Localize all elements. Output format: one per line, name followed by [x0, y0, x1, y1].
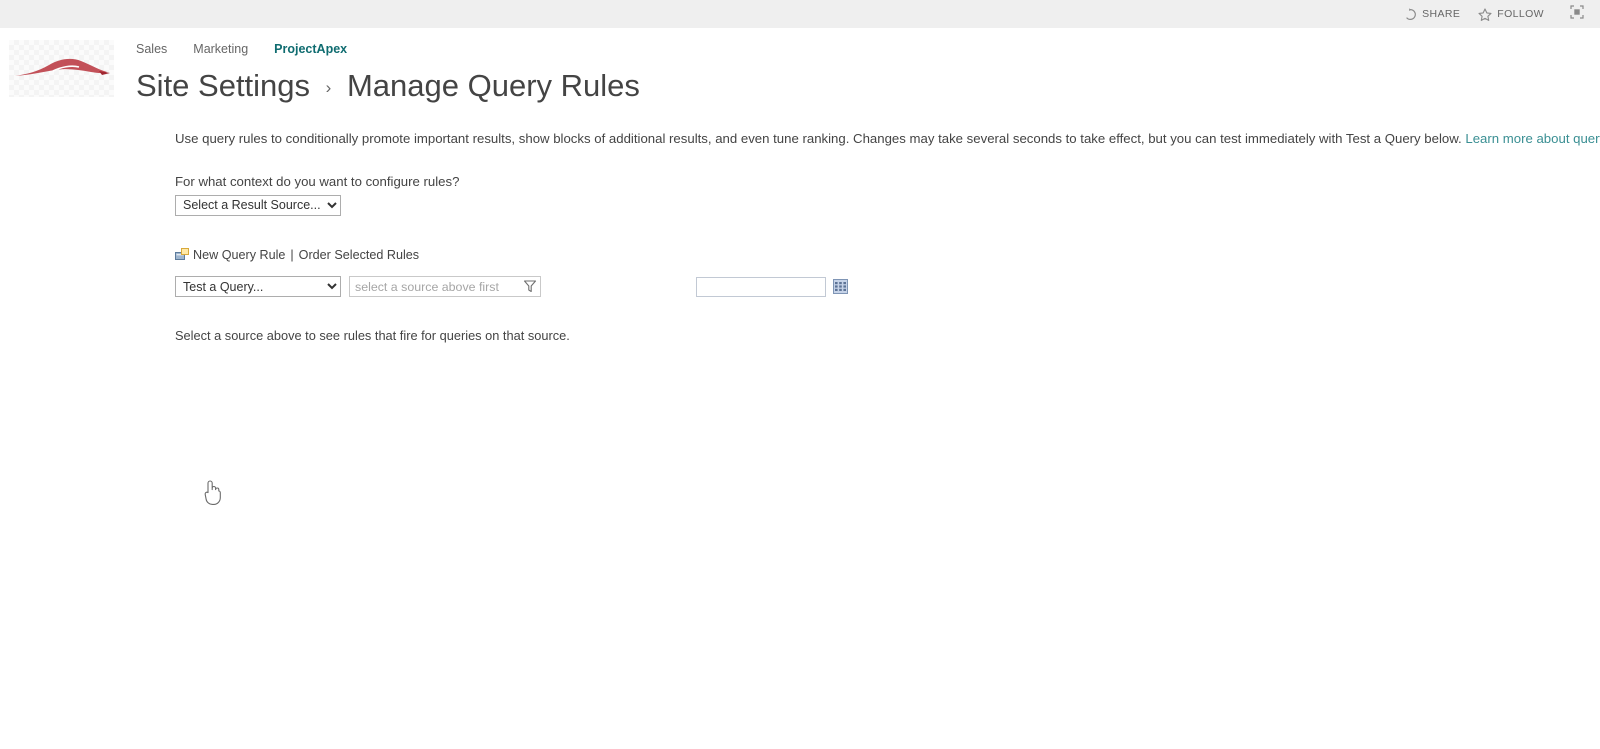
description-text: Use query rules to conditionally promote…	[175, 130, 1466, 146]
suite-bar: SHARE FOLLOW	[0, 0, 1600, 28]
breadcrumb-item-sales[interactable]: Sales	[136, 42, 167, 56]
toolbar-separator: |	[290, 247, 294, 262]
test-a-query-select[interactable]: Test a Query...	[175, 276, 341, 298]
share-icon	[1404, 7, 1417, 21]
focus-on-content-icon	[1570, 4, 1584, 24]
funnel-filter-icon[interactable]	[523, 279, 537, 299]
source-filter-field[interactable]: select a source above first	[349, 276, 541, 299]
breadcrumb: Sales Marketing ProjectApex	[136, 40, 640, 58]
query-input-group	[696, 276, 848, 297]
order-selected-rules-button[interactable]: Order Selected Rules	[299, 248, 419, 262]
page-title-current: Manage Query Rules	[346, 68, 640, 103]
title-separator-icon: ›	[325, 77, 332, 97]
header-text-block: Sales Marketing ProjectApex Site Setting…	[136, 36, 640, 108]
focus-on-content-button[interactable]	[1570, 4, 1584, 24]
site-logo-car	[15, 58, 110, 76]
new-query-rule-icon	[175, 248, 189, 261]
learn-more-link[interactable]: Learn more about query rules.	[1465, 131, 1600, 146]
context-label: For what context do you want to configur…	[175, 173, 460, 189]
share-button[interactable]: SHARE	[1404, 7, 1461, 21]
query-controls-row: Test a Query... select a source above fi…	[175, 276, 1600, 298]
site-logo[interactable]	[9, 40, 114, 97]
page-title: Site Settings › Manage Query Rules	[136, 66, 640, 108]
result-source-select[interactable]: Select a Result Source...	[175, 194, 341, 216]
grid-picker-icon[interactable]	[832, 279, 848, 295]
rules-toolbar: New Query Rule | Order Selected Rules	[175, 246, 1600, 264]
follow-button[interactable]: FOLLOW	[1478, 7, 1544, 21]
follow-label: FOLLOW	[1497, 8, 1544, 20]
no-source-hint: Select a source above to see rules that …	[175, 327, 570, 343]
page-description: Use query rules to conditionally promote…	[175, 130, 1600, 148]
query-text-input[interactable]	[696, 276, 826, 297]
new-query-rule-button[interactable]: New Query Rule	[193, 248, 285, 262]
mouse-cursor	[200, 478, 224, 513]
page-header: Sales Marketing ProjectApex Site Setting…	[0, 28, 1600, 108]
source-filter-placeholder: select a source above first	[355, 279, 499, 294]
breadcrumb-item-marketing[interactable]: Marketing	[193, 42, 248, 56]
share-label: SHARE	[1422, 8, 1461, 20]
page-title-parent[interactable]: Site Settings	[136, 68, 310, 103]
main-content: Use query rules to conditionally promote…	[0, 108, 1600, 343]
star-icon	[1478, 7, 1492, 21]
breadcrumb-item-projectapex[interactable]: ProjectApex	[274, 42, 347, 56]
